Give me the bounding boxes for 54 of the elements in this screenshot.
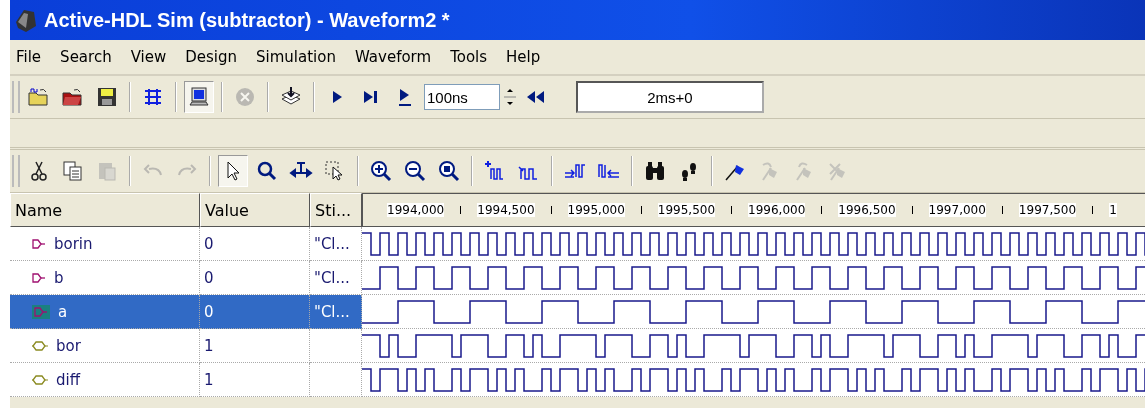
signal-name: bor bbox=[56, 336, 81, 355]
signal-row[interactable]: a bbox=[10, 295, 200, 329]
ruler-label: 1995,000 bbox=[567, 203, 625, 217]
window-title: Active-HDL Sim (subtractor) - Waveform2 * bbox=[44, 8, 450, 32]
signal-name: a bbox=[58, 302, 68, 321]
column-header[interactable]: Name bbox=[10, 193, 200, 227]
ruler-label: 1996,500 bbox=[838, 203, 896, 217]
ruler-tick bbox=[911, 206, 913, 214]
ruler-label: 1997,000 bbox=[928, 203, 986, 217]
ruler-tick bbox=[1092, 206, 1094, 214]
step-time-field[interactable]: 100ns bbox=[424, 84, 500, 110]
column-header[interactable]: Sti... bbox=[310, 193, 362, 227]
toolbar-grip[interactable] bbox=[12, 81, 20, 113]
signal-row[interactable]: borin bbox=[10, 227, 200, 261]
ruler-tick bbox=[821, 206, 823, 214]
value-cell: 1 bbox=[200, 363, 310, 397]
input-port-icon bbox=[32, 272, 46, 283]
ruler-label: 1 bbox=[1109, 203, 1117, 217]
menu-item[interactable]: Tools bbox=[450, 48, 488, 66]
signal-row[interactable]: diff bbox=[10, 363, 200, 397]
ruler-tick bbox=[460, 206, 462, 214]
monitor-icon[interactable] bbox=[184, 81, 214, 113]
toolbar-grip[interactable] bbox=[12, 155, 20, 187]
signal-name: b bbox=[54, 268, 64, 287]
menu-item[interactable]: View bbox=[130, 48, 167, 66]
value-cell: 0 bbox=[200, 295, 310, 329]
menu-item[interactable]: Design bbox=[185, 48, 238, 66]
ruler-label: 1996,000 bbox=[748, 203, 806, 217]
pointer-icon[interactable] bbox=[218, 155, 248, 187]
ruler-tick bbox=[640, 206, 642, 214]
simulation-time-field[interactable]: 2ms+0 bbox=[576, 81, 764, 113]
ruler-tick bbox=[550, 206, 552, 214]
menu-item[interactable]: File bbox=[16, 48, 42, 66]
column-header[interactable]: Value bbox=[200, 193, 310, 227]
stimulus-cell: "Cl... bbox=[310, 295, 362, 329]
ruler-label: 1994,500 bbox=[477, 203, 535, 217]
signal-row[interactable]: bor bbox=[10, 329, 200, 363]
signal-name: borin bbox=[54, 234, 93, 253]
menu-item[interactable]: Search bbox=[60, 48, 112, 66]
ruler-tick bbox=[1001, 206, 1003, 214]
input-port-icon bbox=[32, 304, 50, 319]
value-cell: 1 bbox=[200, 329, 310, 363]
ruler-label: 1994,000 bbox=[387, 203, 445, 217]
menu-item[interactable]: Waveform bbox=[354, 48, 432, 66]
menu-item[interactable]: Help bbox=[506, 48, 541, 66]
output-port-icon bbox=[32, 340, 48, 351]
ruler-label: 1995,500 bbox=[657, 203, 716, 217]
input-port-icon bbox=[32, 238, 46, 249]
ruler-label: 1997,500 bbox=[1018, 203, 1077, 217]
output-port-icon bbox=[32, 374, 48, 385]
menu-item[interactable]: Simulation bbox=[256, 48, 336, 66]
signal-name: diff bbox=[56, 370, 81, 389]
ruler-tick bbox=[731, 206, 733, 214]
value-cell: 0 bbox=[200, 227, 310, 261]
